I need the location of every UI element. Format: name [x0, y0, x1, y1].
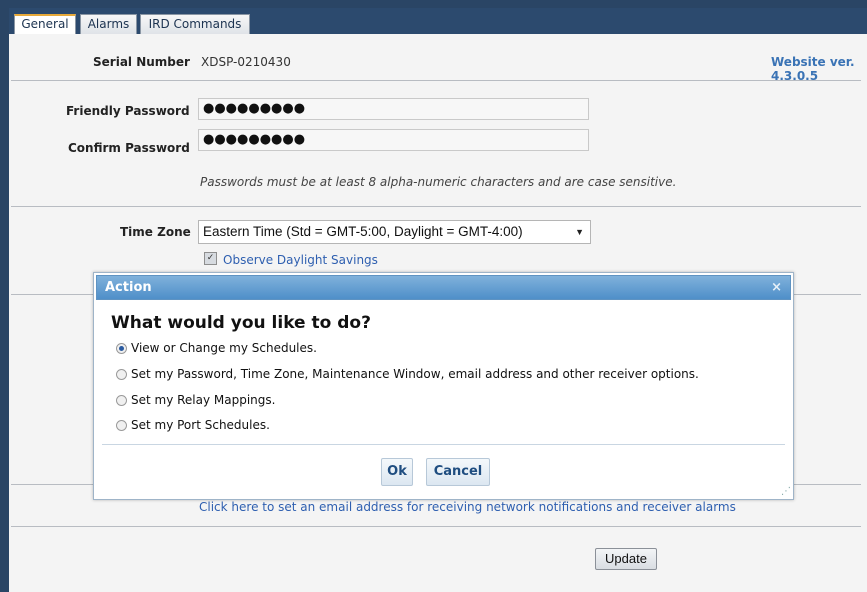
friendly-password-label: Friendly Password — [66, 104, 190, 118]
option-label: Set my Password, Time Zone, Maintenance … — [131, 367, 699, 381]
radio-button[interactable] — [116, 420, 127, 431]
radio-button[interactable] — [116, 343, 127, 354]
ok-button[interactable]: Ok — [381, 458, 413, 486]
dialog-title-bar: Action × — [96, 275, 791, 300]
tab-general[interactable]: General — [14, 14, 76, 35]
password-hint: Passwords must be at least 8 alpha-numer… — [200, 175, 677, 189]
serial-number-label: Serial Number — [93, 55, 190, 69]
dialog-divider — [102, 444, 785, 445]
radio-button[interactable] — [116, 395, 127, 406]
cancel-button[interactable]: Cancel — [426, 458, 490, 486]
timezone-selected-value: Eastern Time (Std = GMT-5:00, Daylight =… — [203, 224, 523, 239]
chevron-down-icon: ▼ — [575, 227, 584, 237]
divider — [11, 206, 861, 207]
dst-checkbox[interactable]: ✓ — [204, 252, 217, 265]
timezone-select[interactable]: Eastern Time (Std = GMT-5:00, Daylight =… — [198, 220, 591, 244]
option-label: View or Change my Schedules. — [131, 341, 317, 355]
resize-grip-icon[interactable]: ⋰ — [781, 486, 791, 497]
email-settings-link[interactable]: Click here to set an email address for r… — [199, 500, 736, 514]
update-button[interactable]: Update — [595, 548, 657, 570]
dialog-title: Action — [105, 280, 152, 295]
friendly-password-field[interactable]: ●●●●●●●●● — [198, 98, 589, 120]
radio-button[interactable] — [116, 369, 127, 380]
option-label: Set my Relay Mappings. — [131, 393, 276, 407]
tab-alarms[interactable]: Alarms — [80, 14, 137, 34]
action-dialog: Action × What would you like to do? View… — [93, 272, 794, 500]
confirm-password-label: Confirm Password — [68, 141, 190, 155]
tab-bar: General Alarms IRD Commands — [9, 8, 867, 35]
option-label: Set my Port Schedules. — [131, 418, 270, 432]
dialog-heading: What would you like to do? — [111, 313, 371, 333]
confirm-password-field[interactable]: ●●●●●●●●● — [198, 129, 589, 151]
divider — [11, 80, 861, 81]
timezone-label: Time Zone — [120, 225, 191, 239]
divider — [11, 526, 861, 527]
serial-number-value: XDSP-0210430 — [201, 55, 291, 69]
close-icon[interactable]: × — [771, 276, 782, 299]
tab-ird-commands[interactable]: IRD Commands — [140, 14, 250, 34]
dst-label[interactable]: Observe Daylight Savings — [223, 253, 378, 267]
website-version: Website ver. 4.3.0.5 — [771, 55, 855, 83]
